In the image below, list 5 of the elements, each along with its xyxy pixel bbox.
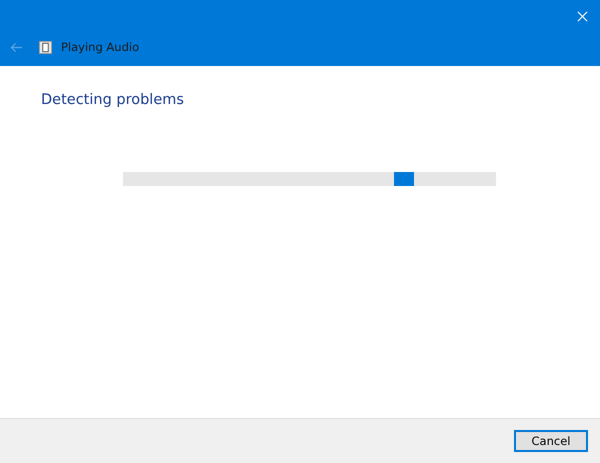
cancel-button[interactable]: Cancel <box>514 430 588 452</box>
close-icon[interactable] <box>577 10 588 22</box>
document-icon <box>39 40 52 54</box>
window-title: Playing Audio <box>61 40 140 54</box>
page-heading: Detecting problems <box>41 92 185 108</box>
